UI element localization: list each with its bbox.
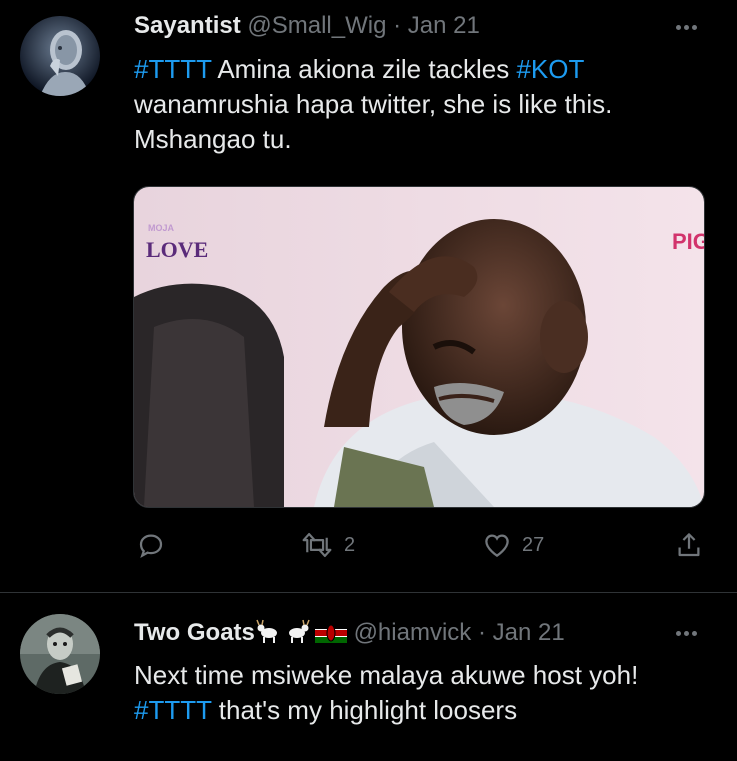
tweet-text-line-2: #TTTT that's my highlight loosers [134, 693, 638, 728]
tweet-text-line-3: Mshangao tu. [134, 124, 292, 154]
text-fragment: that's my highlight loosers [211, 695, 518, 725]
hashtag-link[interactable]: #KOT [516, 54, 584, 84]
robot-avatar[interactable] [20, 16, 100, 96]
more-options-icon[interactable] [671, 20, 701, 34]
tweet-text: #TTTT Amina akiona zile tackles #KOT wan… [134, 52, 612, 157]
watermark-bottom: LOVE [146, 237, 208, 262]
reply-button[interactable] [136, 530, 176, 560]
share-icon [678, 533, 700, 557]
tweet-date[interactable]: Jan 21 [493, 619, 565, 646]
display-name[interactable]: Sayantist [134, 12, 241, 39]
tweet-header: Sayantist @Small_Wig · Jan 21 [134, 11, 480, 41]
zombie-avatar[interactable] [20, 614, 100, 694]
kenya-flag-icon [314, 623, 347, 643]
retweet-count: 2 [344, 533, 356, 556]
watermark-top: MOJA [148, 223, 175, 233]
tweet-actions: 2 27 [0, 530, 737, 570]
like-button[interactable]: 27 [482, 530, 544, 560]
tweet-media-image[interactable]: MOJA LOVE PIG [133, 186, 705, 508]
more-options-icon[interactable] [671, 626, 701, 640]
like-count: 27 [522, 533, 545, 556]
tweet-text-line-1: #TTTT Amina akiona zile tackles #KOT [134, 52, 612, 87]
tweet-date[interactable]: Jan 21 [408, 12, 480, 39]
separator: · [477, 619, 486, 646]
separator: · [393, 12, 402, 39]
text-fragment: Amina akiona zile tackles [211, 54, 517, 84]
share-button[interactable] [674, 530, 704, 560]
tweet-text-line-2: wanamrushia hapa twitter, she is like th… [134, 89, 613, 119]
display-name[interactable]: Two Goats [134, 619, 255, 646]
tweet-text-line-1: Next time msiweke malaya akuwe host yoh! [134, 660, 639, 690]
tweet-header: Two Goats @hiamvick · Jan 21 [134, 618, 565, 648]
tweet-divider [0, 592, 737, 593]
watermark-right: PIG [672, 229, 704, 254]
retweet-button[interactable]: 2 [300, 530, 355, 560]
tweet-text: Next time msiweke malaya akuwe host yoh!… [134, 658, 638, 728]
handle[interactable]: @Small_Wig [247, 12, 386, 39]
hashtag-link[interactable]: #TTTT [134, 54, 212, 84]
retweet-icon [302, 532, 332, 558]
heart-icon [485, 534, 509, 557]
handle[interactable]: @hiamvick [354, 619, 472, 646]
goat-emoji-icon [256, 619, 277, 643]
goat-emoji-icon [288, 619, 310, 643]
hashtag-link[interactable]: #TTTT [134, 695, 212, 725]
reply-icon [139, 534, 163, 559]
